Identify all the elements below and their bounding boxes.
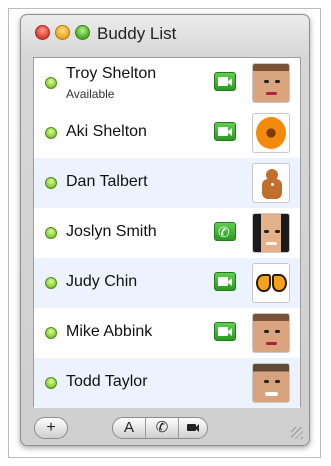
buddy-row-judy-chin[interactable]: Judy Chin <box>34 258 300 308</box>
status-available-icon <box>45 327 57 339</box>
text-chat-button[interactable]: A <box>113 418 145 438</box>
status-available-icon <box>45 377 57 389</box>
resize-grip[interactable] <box>291 427 303 439</box>
buddy-status-text: Available <box>66 87 115 101</box>
close-button[interactable] <box>35 25 50 40</box>
butterfly-icon <box>252 263 290 303</box>
video-chat-icon[interactable] <box>214 72 236 91</box>
status-available-icon <box>45 177 57 189</box>
orange-flower-icon <box>252 113 290 153</box>
buddy-row-troy-shelton[interactable]: Troy Shelton Available <box>34 58 300 108</box>
minimize-button[interactable] <box>55 25 70 40</box>
woman-photo <box>252 213 290 253</box>
status-available-icon <box>45 277 57 289</box>
add-buddy-button[interactable]: + <box>34 417 68 439</box>
gingerbread-man-icon <box>252 163 290 203</box>
buddy-name: Joslyn Smith <box>66 223 157 240</box>
buddy-name: Troy Shelton <box>66 65 157 82</box>
chat-type-segmented-control: A ✆ <box>112 417 208 439</box>
window-title: Buddy List <box>97 24 177 43</box>
man-photo <box>252 313 290 353</box>
video-chat-button[interactable] <box>177 418 209 438</box>
buddy-name: Todd Taylor <box>66 373 148 390</box>
man-with-glasses-photo <box>252 63 290 103</box>
buddy-name: Dan Talbert <box>66 173 148 190</box>
video-chat-icon[interactable] <box>214 322 236 341</box>
title-bar[interactable]: Buddy List <box>21 15 309 51</box>
buddy-name: Aki Shelton <box>66 123 147 140</box>
video-chat-icon[interactable] <box>214 122 236 141</box>
status-available-icon <box>45 227 57 239</box>
buddy-row-joslyn-smith[interactable]: Joslyn Smith ✆ <box>34 208 300 258</box>
video-chat-icon[interactable] <box>214 272 236 291</box>
status-available-icon <box>45 77 57 89</box>
buddy-row-dan-talbert[interactable]: Dan Talbert <box>34 158 300 208</box>
smiling-man-photo <box>252 363 290 403</box>
buddy-list: Troy Shelton Available Aki Shelton Dan T… <box>33 57 301 408</box>
buddy-list-window: Buddy List Troy Shelton Available Aki Sh… <box>20 14 310 446</box>
buddy-name: Mike Abbink <box>66 323 153 340</box>
zoom-button[interactable] <box>75 25 90 40</box>
buddy-name: Judy Chin <box>66 273 138 290</box>
bottom-toolbar: + A ✆ <box>21 411 309 445</box>
audio-chat-button[interactable]: ✆ <box>145 418 179 438</box>
buddy-row-todd-taylor[interactable]: Todd Taylor <box>34 358 300 408</box>
status-available-icon <box>45 127 57 139</box>
buddy-row-mike-abbink[interactable]: Mike Abbink <box>34 308 300 358</box>
buddy-row-aki-shelton[interactable]: Aki Shelton <box>34 108 300 158</box>
audio-chat-icon[interactable]: ✆ <box>214 222 236 241</box>
